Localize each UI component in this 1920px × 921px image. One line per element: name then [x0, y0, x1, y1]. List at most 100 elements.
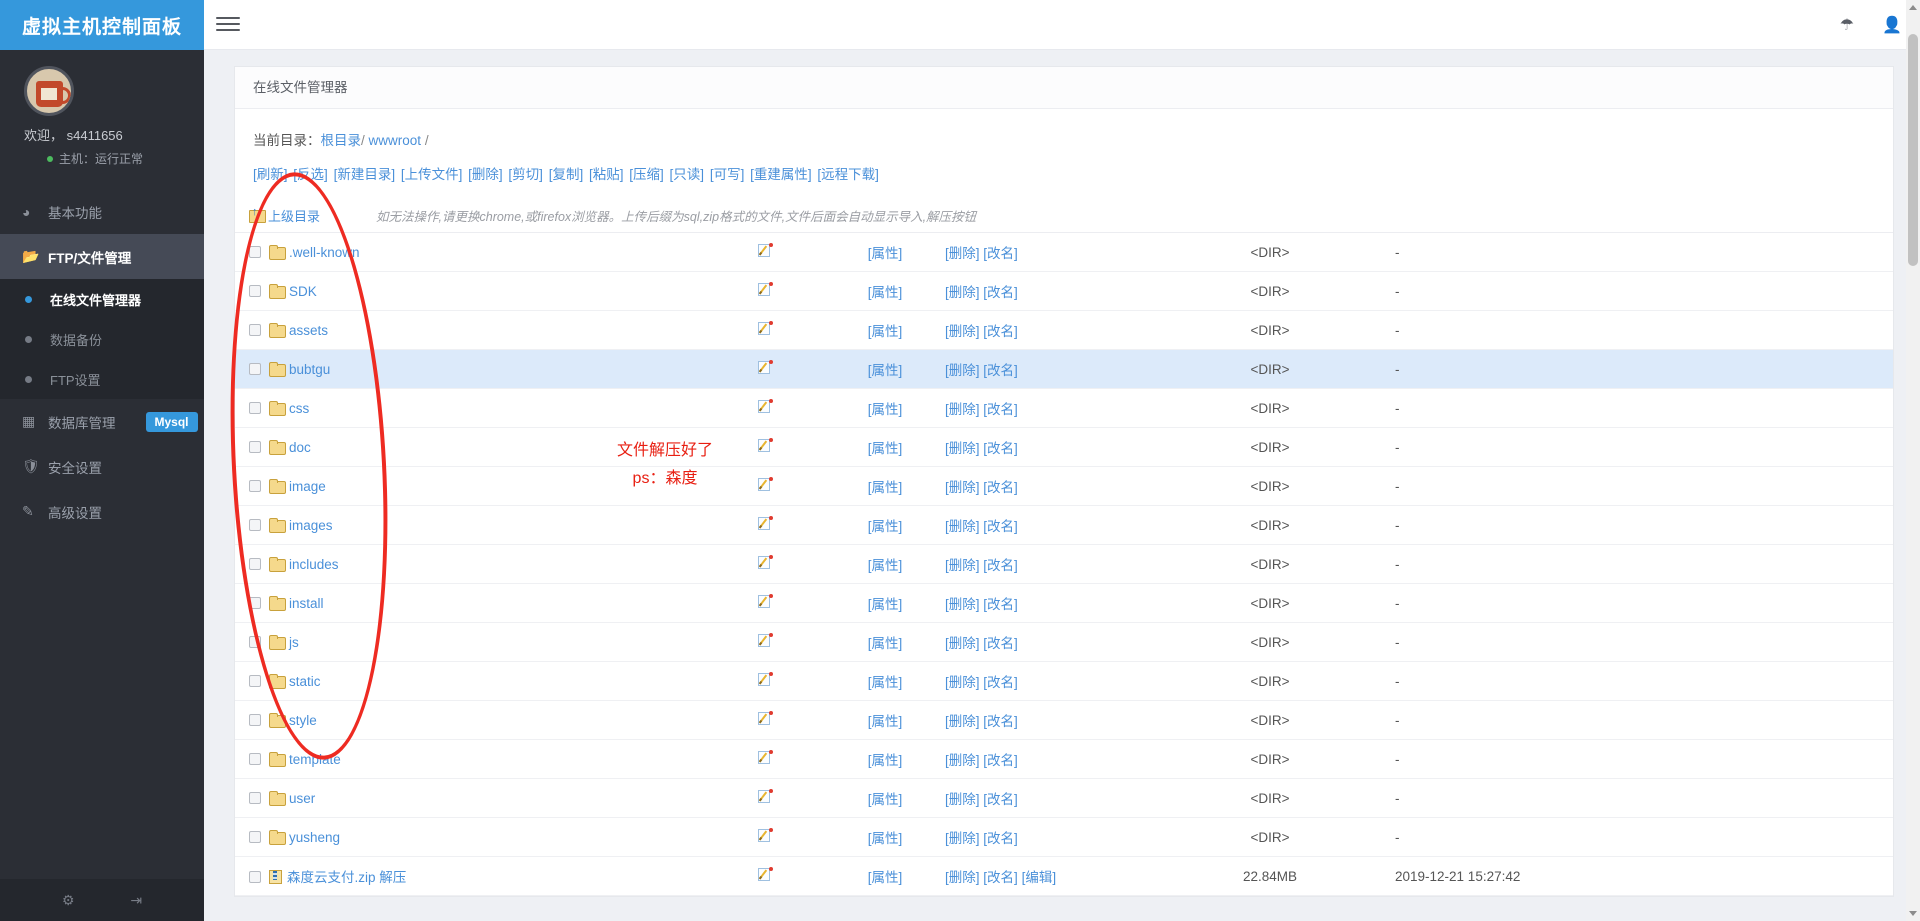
table-row[interactable]: images [属性] [删除] [改名] <DIR> -: [235, 506, 1893, 545]
attributes-link[interactable]: [属性]: [868, 441, 903, 456]
attributes-link[interactable]: [属性]: [868, 519, 903, 534]
file-name-link[interactable]: install: [289, 596, 324, 611]
edit-pencil-icon[interactable]: [757, 321, 773, 336]
attributes-link[interactable]: [属性]: [868, 753, 903, 768]
file-name-link[interactable]: static: [289, 674, 321, 689]
attributes-link[interactable]: [属性]: [868, 480, 903, 495]
writable-button[interactable]: [可写]: [710, 167, 745, 182]
file-name-link[interactable]: .well-known: [289, 245, 360, 260]
file-name-link[interactable]: js: [289, 635, 299, 650]
attributes-link[interactable]: [属性]: [868, 402, 903, 417]
delete-link[interactable]: [删除]: [945, 519, 980, 534]
delete-link[interactable]: [删除]: [945, 441, 980, 456]
file-name-link[interactable]: images: [289, 518, 333, 533]
logout-icon[interactable]: ⇥: [130, 892, 142, 909]
attributes-link[interactable]: [属性]: [868, 831, 903, 846]
delete-link[interactable]: [删除]: [945, 714, 980, 729]
delete-link[interactable]: [删除]: [945, 558, 980, 573]
table-row[interactable]: install [属性] [删除] [改名] <DIR> -: [235, 584, 1893, 623]
delete-link[interactable]: [删除]: [945, 324, 980, 339]
rename-link[interactable]: [改名]: [983, 324, 1018, 339]
attributes-link[interactable]: [属性]: [868, 324, 903, 339]
edit-pencil-icon[interactable]: [757, 789, 773, 804]
file-name-link[interactable]: doc: [289, 440, 311, 455]
row-checkbox[interactable]: [249, 596, 261, 609]
remote-download-button[interactable]: [远程下载]: [817, 167, 879, 182]
attributes-link[interactable]: [属性]: [868, 246, 903, 261]
delete-link[interactable]: [删除]: [945, 675, 980, 690]
rename-link[interactable]: [改名]: [983, 792, 1018, 807]
upload-file-button[interactable]: [上传文件]: [401, 167, 463, 182]
attributes-link[interactable]: [属性]: [868, 870, 903, 885]
page-scrollbar[interactable]: [1906, 0, 1920, 921]
parent-directory-link[interactable]: 上级目录: [249, 206, 320, 225]
table-row[interactable]: includes [属性] [删除] [改名] <DIR> -: [235, 545, 1893, 584]
table-row[interactable]: .well-known [属性] [删除] [改名] <DIR> -: [235, 233, 1893, 272]
row-checkbox[interactable]: [249, 791, 261, 804]
refresh-button[interactable]: [刷新]: [253, 167, 288, 182]
compress-button[interactable]: [压缩]: [629, 167, 664, 182]
file-name-link[interactable]: assets: [289, 323, 328, 338]
row-checkbox[interactable]: [249, 635, 261, 648]
delete-link[interactable]: [删除]: [945, 246, 980, 261]
table-row[interactable]: user [属性] [删除] [改名] <DIR> -: [235, 779, 1893, 818]
sidebar-item-database[interactable]: ▦ 数据库管理 Mysql: [0, 399, 204, 444]
table-row[interactable]: 森度云支付.zip 解压 [属性] [删除] [改名] [编辑] 22.84MB 201…: [235, 857, 1893, 896]
attributes-link[interactable]: [属性]: [868, 714, 903, 729]
edit-pencil-icon[interactable]: [757, 438, 773, 453]
edit-pencil-icon[interactable]: [757, 711, 773, 726]
edit-link[interactable]: [编辑]: [1022, 870, 1057, 885]
scrollbar-thumb[interactable]: [1908, 34, 1918, 266]
rename-link[interactable]: [改名]: [983, 558, 1018, 573]
sidebar-subitem-ftpsettings[interactable]: FTP设置: [0, 359, 204, 399]
mysql-badge[interactable]: Mysql: [145, 411, 198, 432]
sidebar-item-ftp[interactable]: 📂 FTP/文件管理: [0, 234, 204, 279]
rebuild-attr-button[interactable]: [重建属性]: [750, 167, 812, 182]
hamburger-icon[interactable]: [216, 13, 240, 35]
row-checkbox[interactable]: [249, 479, 261, 492]
table-row[interactable]: assets [属性] [删除] [改名] <DIR> -: [235, 311, 1893, 350]
sidebar-item-basic[interactable]: ◕ 基本功能: [0, 189, 204, 234]
file-name-link[interactable]: bubtgu: [289, 362, 330, 377]
delete-link[interactable]: [删除]: [945, 792, 980, 807]
row-checkbox[interactable]: [249, 362, 261, 375]
edit-pencil-icon[interactable]: [757, 750, 773, 765]
edit-pencil-icon[interactable]: [757, 828, 773, 843]
row-checkbox[interactable]: [249, 674, 261, 687]
delete-link[interactable]: [删除]: [945, 636, 980, 651]
delete-link[interactable]: [删除]: [945, 831, 980, 846]
row-checkbox[interactable]: [249, 323, 261, 336]
sidebar-item-advanced[interactable]: ✎ 高级设置: [0, 489, 204, 534]
rename-link[interactable]: [改名]: [983, 519, 1018, 534]
row-checkbox[interactable]: [249, 284, 261, 297]
delete-link[interactable]: [删除]: [945, 597, 980, 612]
breadcrumb-root[interactable]: 根目录: [321, 133, 362, 148]
row-checkbox[interactable]: [249, 871, 261, 883]
edit-pencil-icon[interactable]: [757, 477, 773, 492]
delete-link[interactable]: [删除]: [945, 363, 980, 378]
delete-link[interactable]: [删除]: [945, 402, 980, 417]
row-checkbox[interactable]: [249, 245, 261, 258]
new-folder-button[interactable]: [新建目录]: [334, 167, 396, 182]
table-row[interactable]: SDK [属性] [删除] [改名] <DIR> -: [235, 272, 1893, 311]
row-checkbox[interactable]: [249, 401, 261, 414]
edit-pencil-icon[interactable]: [757, 867, 773, 882]
table-row[interactable]: image [属性] [删除] [改名] <DIR> -: [235, 467, 1893, 506]
rename-link[interactable]: [改名]: [983, 246, 1018, 261]
file-name-link[interactable]: user: [289, 791, 315, 806]
scroll-down-icon[interactable]: [1909, 911, 1917, 916]
edit-pencil-icon[interactable]: [757, 243, 773, 258]
headset-icon[interactable]: ☂: [1840, 15, 1854, 35]
delete-link[interactable]: [删除]: [945, 285, 980, 300]
row-checkbox[interactable]: [249, 752, 261, 765]
table-row[interactable]: template [属性] [删除] [改名] <DIR> -: [235, 740, 1893, 779]
delete-link[interactable]: [删除]: [945, 870, 980, 885]
readonly-button[interactable]: [只读]: [670, 167, 705, 182]
attributes-link[interactable]: [属性]: [868, 792, 903, 807]
rename-link[interactable]: [改名]: [983, 675, 1018, 690]
rename-link[interactable]: [改名]: [983, 831, 1018, 846]
attributes-link[interactable]: [属性]: [868, 285, 903, 300]
attributes-link[interactable]: [属性]: [868, 558, 903, 573]
rename-link[interactable]: [改名]: [983, 636, 1018, 651]
edit-pencil-icon[interactable]: [757, 399, 773, 414]
